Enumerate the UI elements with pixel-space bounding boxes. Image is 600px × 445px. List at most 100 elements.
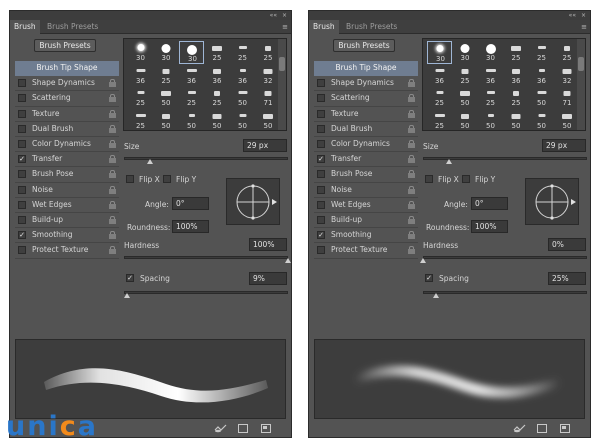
- option-checkbox[interactable]: [18, 109, 26, 118]
- brush-tip[interactable]: 30: [427, 41, 452, 64]
- create-preset-icon[interactable]: [238, 424, 248, 433]
- hardness-slider-thumb[interactable]: [420, 258, 426, 263]
- brush-tip[interactable]: 32: [256, 64, 281, 87]
- hardness-field[interactable]: 0%: [548, 238, 586, 251]
- option-brush-tip-shape[interactable]: Brush Tip Shape: [314, 61, 418, 77]
- option-brush-pose[interactable]: Brush Pose: [314, 167, 418, 183]
- brush-tip[interactable]: 25: [205, 41, 230, 64]
- option-checkbox[interactable]: [317, 170, 325, 179]
- angle-roundness-widget[interactable]: [525, 178, 579, 225]
- brush-tip[interactable]: 25: [555, 41, 580, 64]
- lock-icon[interactable]: [408, 185, 415, 194]
- option-wet-edges[interactable]: Wet Edges: [15, 198, 119, 213]
- panel-menu-icon[interactable]: ≡: [581, 20, 587, 34]
- close-icon[interactable]: ×: [581, 11, 586, 20]
- brush-tip[interactable]: 30: [478, 41, 503, 64]
- lock-icon[interactable]: [109, 124, 116, 133]
- spacing-slider-thumb[interactable]: [124, 293, 131, 298]
- option-build-up[interactable]: Build-up: [314, 213, 418, 229]
- brush-tip[interactable]: 36: [504, 64, 529, 87]
- lock-icon[interactable]: [109, 231, 116, 240]
- option-checkbox[interactable]: [317, 200, 325, 209]
- lock-icon[interactable]: [109, 155, 116, 164]
- size-field[interactable]: 29 px: [542, 139, 586, 152]
- hardness-slider[interactable]: [124, 256, 288, 259]
- brush-presets-button[interactable]: Brush Presets: [333, 39, 395, 52]
- new-brush-icon[interactable]: [261, 424, 271, 433]
- option-transfer[interactable]: ✓ Transfer: [15, 152, 119, 168]
- brush-tip[interactable]: 30: [453, 41, 478, 64]
- lock-icon[interactable]: [408, 140, 415, 148]
- option-protect-texture[interactable]: Protect Texture: [15, 243, 119, 259]
- option-checkbox[interactable]: [317, 140, 325, 148]
- tab-brush-presets[interactable]: Brush Presets: [43, 20, 102, 34]
- spacing-slider-thumb[interactable]: [433, 293, 440, 298]
- option-checkbox[interactable]: [18, 124, 26, 133]
- option-dual-brush[interactable]: Dual Brush: [314, 122, 418, 137]
- option-shape-dynamics[interactable]: Shape Dynamics: [314, 76, 418, 92]
- brush-tip[interactable]: 25: [179, 86, 204, 109]
- option-noise[interactable]: Noise: [314, 183, 418, 198]
- brush-tip[interactable]: 32: [555, 64, 580, 87]
- brush-tip[interactable]: 71: [256, 86, 281, 109]
- option-checkbox[interactable]: [317, 124, 325, 133]
- option-brush-pose[interactable]: Brush Pose: [15, 167, 119, 183]
- brush-tip[interactable]: 50: [256, 109, 281, 131]
- option-checkbox[interactable]: [18, 94, 26, 103]
- size-slider-thumb[interactable]: [446, 159, 453, 164]
- lock-icon[interactable]: [109, 246, 116, 255]
- brush-tip[interactable]: 50: [179, 109, 204, 131]
- lock-icon[interactable]: [408, 231, 415, 240]
- brush-pose-icon[interactable]: [513, 424, 527, 433]
- lock-icon[interactable]: [408, 216, 415, 224]
- lock-icon[interactable]: [408, 155, 415, 164]
- new-brush-icon[interactable]: [560, 424, 570, 433]
- option-checkbox[interactable]: [317, 79, 325, 88]
- panel-menu-icon[interactable]: ≡: [282, 20, 288, 34]
- flip-x-checkbox[interactable]: [126, 175, 134, 183]
- option-checkbox[interactable]: [18, 185, 26, 194]
- brush-tip[interactable]: 36: [205, 64, 230, 87]
- brush-tip[interactable]: 50: [230, 109, 255, 131]
- lock-icon[interactable]: [408, 170, 415, 179]
- option-checkbox[interactable]: [18, 200, 26, 209]
- brush-tip[interactable]: 25: [478, 86, 503, 109]
- brush-tip[interactable]: 25: [256, 41, 281, 64]
- option-checkbox[interactable]: [317, 94, 325, 103]
- lock-icon[interactable]: [109, 109, 116, 118]
- option-scattering[interactable]: Scattering: [15, 91, 119, 107]
- hardness-slider[interactable]: [423, 256, 587, 259]
- option-checkbox[interactable]: [18, 246, 26, 255]
- brush-tip[interactable]: 36: [529, 64, 554, 87]
- spacing-slider[interactable]: [124, 291, 288, 294]
- brush-tip[interactable]: 50: [453, 86, 478, 109]
- lock-icon[interactable]: [109, 216, 116, 224]
- brush-tip[interactable]: 30: [179, 41, 204, 64]
- lock-icon[interactable]: [109, 94, 116, 103]
- option-checkbox[interactable]: [317, 216, 325, 224]
- lock-icon[interactable]: [408, 109, 415, 118]
- close-icon[interactable]: ×: [282, 11, 287, 20]
- option-checkbox[interactable]: ✓: [18, 231, 26, 240]
- brush-tip[interactable]: 50: [529, 109, 554, 131]
- lock-icon[interactable]: [109, 200, 116, 209]
- option-noise[interactable]: Noise: [15, 183, 119, 198]
- option-checkbox[interactable]: [317, 109, 325, 118]
- option-protect-texture[interactable]: Protect Texture: [314, 243, 418, 259]
- hardness-slider-thumb[interactable]: [285, 258, 291, 263]
- brush-tip[interactable]: 36: [179, 64, 204, 87]
- option-brush-tip-shape[interactable]: Brush Tip Shape: [15, 61, 119, 77]
- brush-tip[interactable]: 30: [154, 41, 179, 64]
- brush-tip[interactable]: 36: [478, 64, 503, 87]
- option-color-dynamics[interactable]: Color Dynamics: [15, 137, 119, 153]
- angle-field[interactable]: 0°: [471, 197, 508, 210]
- option-checkbox[interactable]: [317, 185, 325, 194]
- brush-tip[interactable]: 25: [128, 109, 153, 131]
- flip-y-checkbox[interactable]: [462, 175, 470, 183]
- lock-icon[interactable]: [109, 185, 116, 194]
- brush-tip[interactable]: 50: [555, 109, 580, 131]
- lock-icon[interactable]: [408, 79, 415, 88]
- spacing-checkbox[interactable]: ✓: [126, 274, 134, 282]
- brush-tip[interactable]: 50: [529, 86, 554, 109]
- option-checkbox[interactable]: [18, 170, 26, 179]
